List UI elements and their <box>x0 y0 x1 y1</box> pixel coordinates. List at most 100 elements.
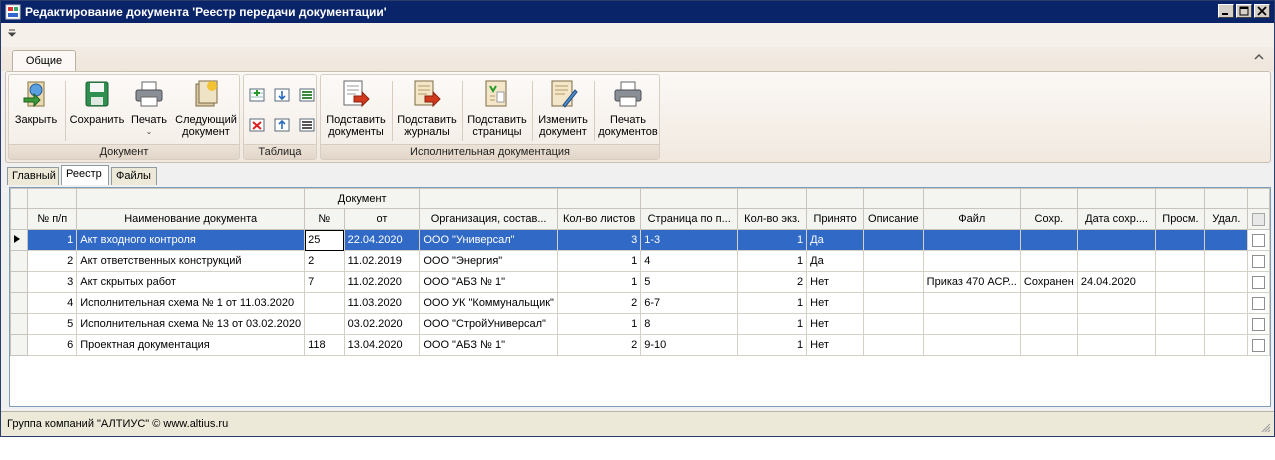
cell-org[interactable]: ООО "АБЗ № 1" <box>419 334 558 356</box>
insert-pages-button[interactable]: Подставить страницы <box>465 78 529 138</box>
cell-copies[interactable]: 2 <box>737 271 808 293</box>
cell-name[interactable]: Акт ответственных конструкций <box>76 250 306 272</box>
cell-num[interactable]: 4 <box>27 292 78 314</box>
cell-docnum[interactable]: 118 <box>304 334 345 356</box>
cell-date[interactable]: 22.04.2020 <box>343 229 421 251</box>
row-checkbox[interactable] <box>1247 292 1270 314</box>
checkbox-icon[interactable] <box>1252 317 1266 331</box>
cell-page[interactable]: 1-3 <box>640 229 739 251</box>
delete-row-icon[interactable] <box>249 117 265 133</box>
row-checkbox[interactable] <box>1247 271 1270 293</box>
select-all-checkbox[interactable] <box>1247 208 1270 230</box>
table-row[interactable]: 3 Акт скрытых работ 7 11.02.2020 ООО "АБЗ № … <box>10 271 1270 293</box>
cell-num[interactable]: 5 <box>27 313 78 335</box>
table-settings-icon[interactable] <box>299 87 315 103</box>
cell-num[interactable]: 3 <box>27 271 78 293</box>
cell-date[interactable]: 13.04.2020 <box>343 334 421 356</box>
title-bar[interactable]: Редактирование документа 'Реестр передач… <box>1 1 1274 23</box>
row-header[interactable] <box>10 271 29 293</box>
checkbox-icon[interactable] <box>1252 275 1266 289</box>
cell-saved[interactable] <box>1019 334 1078 356</box>
cell-org[interactable]: ООО "Универсал" <box>419 229 558 251</box>
cell-accepted[interactable]: Нет <box>806 271 865 293</box>
cell-deleted[interactable] <box>1204 271 1249 293</box>
table-row[interactable]: 1 Акт входного контроля 25 22.04.2020 ООО "У… <box>10 229 1270 251</box>
cell-saved-date[interactable] <box>1076 334 1157 356</box>
cell-viewed[interactable] <box>1155 250 1206 272</box>
cell-viewed[interactable] <box>1155 271 1206 293</box>
table-row[interactable]: 5 Исполнительная схема № 13 от 03.02.2020… <box>10 313 1270 335</box>
tab-registry[interactable]: Реестр <box>61 165 109 185</box>
cell-file[interactable] <box>922 229 1021 251</box>
cell-name[interactable]: Проектная документация <box>76 334 306 356</box>
cell-page[interactable]: 9-10 <box>640 334 739 356</box>
cell-viewed[interactable] <box>1155 292 1206 314</box>
checkbox-icon[interactable] <box>1252 233 1266 247</box>
cell-page[interactable]: 6-7 <box>640 292 739 314</box>
row-header[interactable] <box>10 250 29 272</box>
cell-accepted[interactable]: Нет <box>806 292 865 314</box>
cell-name[interactable]: Акт входного контроля <box>76 229 306 251</box>
table-row[interactable]: 4 Исполнительная схема № 1 от 11.03.2020 1… <box>10 292 1270 314</box>
print-documents-button[interactable]: Печать документов <box>597 78 659 138</box>
resize-grip-icon[interactable] <box>1259 421 1271 433</box>
cell-file[interactable] <box>922 334 1021 356</box>
cell-docnum[interactable]: 2 <box>304 250 345 272</box>
row-header[interactable] <box>10 292 29 314</box>
cell-accepted[interactable]: Нет <box>806 334 865 356</box>
row-checkbox[interactable] <box>1247 334 1270 356</box>
col-header-sheets[interactable]: Кол-во листов <box>556 208 642 230</box>
move-up-icon[interactable] <box>274 117 290 133</box>
cell-name[interactable]: Акт скрытых работ <box>76 271 306 293</box>
customize-qat-button[interactable] <box>7 28 21 42</box>
row-header[interactable] <box>10 229 29 251</box>
cell-name[interactable]: Исполнительная схема № 1 от 11.03.2020 <box>76 292 306 314</box>
cell-sheets[interactable]: 1 <box>556 250 642 272</box>
cell-accepted[interactable]: Нет <box>806 313 865 335</box>
add-row-icon[interactable] <box>249 87 265 103</box>
cell-copies[interactable]: 1 <box>737 250 808 272</box>
col-header-org[interactable]: Организация, состав... <box>419 208 558 230</box>
col-header-deleted[interactable]: Удал. <box>1204 208 1249 230</box>
cell-page[interactable]: 5 <box>640 271 739 293</box>
print-dropdown-icon[interactable]: ⌄ <box>127 126 171 138</box>
cell-sheets[interactable]: 3 <box>556 229 642 251</box>
cell-deleted[interactable] <box>1204 292 1249 314</box>
cell-desc[interactable] <box>863 250 924 272</box>
table-list-icon[interactable] <box>299 117 315 133</box>
cell-desc[interactable] <box>863 292 924 314</box>
cell-desc[interactable] <box>863 313 924 335</box>
cell-saved-date[interactable]: 24.04.2020 <box>1076 271 1157 293</box>
cell-docnum[interactable]: 7 <box>304 271 345 293</box>
row-checkbox[interactable] <box>1247 313 1270 335</box>
cell-saved-date[interactable] <box>1076 229 1157 251</box>
cell-desc[interactable] <box>863 271 924 293</box>
cell-saved[interactable] <box>1019 250 1078 272</box>
cell-num[interactable]: 2 <box>27 250 78 272</box>
corner-cell[interactable] <box>10 188 29 209</box>
print-button[interactable]: Печать ⌄ <box>127 78 171 138</box>
minimize-button[interactable] <box>1218 4 1234 18</box>
change-document-button[interactable]: Изменить документ <box>535 78 591 138</box>
row-header[interactable] <box>10 334 29 356</box>
cell-date[interactable]: 03.02.2020 <box>343 313 421 335</box>
move-down-icon[interactable] <box>274 87 290 103</box>
cell-sheets[interactable]: 2 <box>556 334 642 356</box>
col-header-saved-date[interactable]: Дата сохр.... <box>1076 208 1157 230</box>
cell-accepted[interactable]: Да <box>806 229 865 251</box>
cell-copies[interactable]: 1 <box>737 313 808 335</box>
col-header-num[interactable]: № п/п <box>27 208 78 230</box>
close-window-button[interactable] <box>1254 4 1270 18</box>
ribbon-collapse-button[interactable] <box>1254 53 1264 64</box>
cell-date[interactable]: 11.02.2020 <box>343 271 421 293</box>
cell-copies[interactable]: 1 <box>737 334 808 356</box>
cell-saved-date[interactable] <box>1076 250 1157 272</box>
cell-saved-date[interactable] <box>1076 313 1157 335</box>
row-header[interactable] <box>10 313 29 335</box>
col-header-name[interactable]: Наименование документа <box>76 208 306 230</box>
save-button[interactable]: Сохранить <box>69 78 125 126</box>
checkbox-icon[interactable] <box>1252 296 1266 310</box>
cell-docnum[interactable] <box>304 313 345 335</box>
cell-date[interactable]: 11.03.2020 <box>343 292 421 314</box>
col-header-page[interactable]: Страница по п... <box>640 208 739 230</box>
